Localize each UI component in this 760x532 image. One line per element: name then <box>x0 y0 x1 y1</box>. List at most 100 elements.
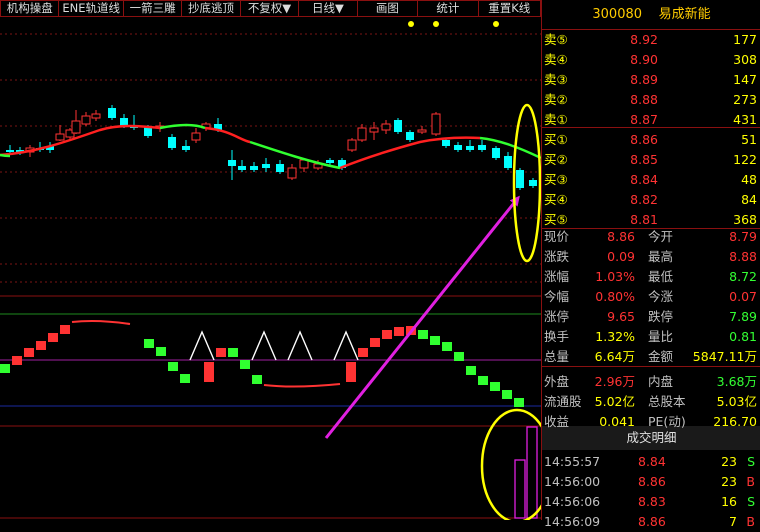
trend-indicator-blocks <box>0 319 524 407</box>
candle-body <box>369 127 379 133</box>
sell-label: 卖④ <box>544 52 568 67</box>
candle-body <box>182 146 190 150</box>
trade-time: 14:55:57 <box>544 454 601 469</box>
indicator-block <box>466 366 476 375</box>
quote-row: 涨跌 0.09 最高 8.88 <box>542 247 760 267</box>
buy-price: 8.86 <box>630 132 658 147</box>
quote-value: 8.86 <box>607 229 635 244</box>
indicator-block <box>442 342 452 351</box>
candle-body <box>454 145 462 150</box>
candle-body <box>492 148 500 158</box>
candle-body <box>262 164 270 168</box>
volume-bar <box>514 459 526 519</box>
trade-row: 14:56:00 8.86 23 B <box>542 472 760 492</box>
toolbar-button-ene[interactable]: ENE轨道线 <box>58 0 124 17</box>
trade-price: 8.86 <box>638 514 666 529</box>
toolbar-button-reset[interactable]: 重置K线 <box>477 0 541 17</box>
indicator-block <box>24 348 34 357</box>
quote-label: 流通股 <box>544 394 582 409</box>
quote-label: 金额 <box>648 349 674 364</box>
peak-marker <box>251 330 277 361</box>
quote-label: 内盘 <box>648 374 674 389</box>
indicator-block <box>454 352 464 361</box>
candle-body <box>442 140 450 146</box>
trade-time: 14:56:09 <box>544 514 601 529</box>
quote-row: 流通股 5.02亿 总股本 5.03亿 <box>542 392 760 412</box>
buy-price: 8.85 <box>630 152 658 167</box>
candle-body <box>276 164 284 172</box>
indicator-block <box>156 347 166 356</box>
indicator-block <box>0 364 10 373</box>
candle-body <box>6 150 14 152</box>
quote-label: 换手 <box>544 329 570 344</box>
indicator-block <box>168 362 178 371</box>
quote-label: 总股本 <box>648 394 686 409</box>
candle-body <box>108 108 116 118</box>
toolbar-button-chaodi[interactable]: 抄底逃顶 <box>181 0 241 17</box>
trade-row: 14:56:09 8.86 7 B <box>542 512 760 532</box>
candle-body <box>478 145 486 150</box>
candle-body <box>299 159 309 169</box>
candle-body <box>381 123 391 131</box>
toolbar-button-fuquan[interactable]: 不复权▼ <box>239 0 300 17</box>
indicator-block <box>12 356 22 365</box>
quote-value: 0.07 <box>729 289 757 304</box>
candle-body <box>238 166 246 170</box>
toolbar-button-period[interactable]: 日线▼ <box>298 0 358 17</box>
candle-body <box>71 120 81 134</box>
sell-label: 卖③ <box>544 72 568 87</box>
indicator-block <box>382 330 392 339</box>
quote-label: 今开 <box>648 229 674 244</box>
stock-code: 300080 <box>592 7 643 22</box>
trade-direction: B <box>746 514 755 529</box>
quote-label: 现价 <box>544 229 570 244</box>
toolbar-button-yijian[interactable]: 一箭三雕 <box>122 0 183 17</box>
quote-value: 7.89 <box>729 309 757 324</box>
quote-label: 总量 <box>544 349 570 364</box>
sell-volume: 308 <box>733 52 757 67</box>
quote-value: 0.09 <box>607 249 635 264</box>
sell-price: 8.92 <box>630 32 658 47</box>
trade-volume: 23 <box>721 474 737 489</box>
trade-time: 14:56:00 <box>544 474 601 489</box>
indicator-toolbar: 机构操盘 ENE轨道线 一箭三雕 抄底逃顶 不复权▼ 日线▼ 画图 统计 重置K… <box>0 0 541 17</box>
toolbar-button-jigou[interactable]: 机构操盘 <box>0 0 60 17</box>
buy-label: 买④ <box>544 192 568 207</box>
candle-body <box>529 180 537 186</box>
toolbar-button-draw[interactable]: 画图 <box>356 0 419 17</box>
candle-body <box>91 113 101 119</box>
sell-label: 卖⑤ <box>544 32 568 47</box>
sell-row: 卖⑤ 8.92 177 <box>542 30 760 50</box>
quote-row: 外盘 2.96万 内盘 3.68万 <box>542 372 760 392</box>
quote-value: 5.02亿 <box>594 394 635 409</box>
buy-row: 买③ 8.84 48 <box>542 170 760 190</box>
candle-body <box>417 129 427 133</box>
stock-header: 300080 易成新能 <box>542 0 760 30</box>
sell-price: 8.90 <box>630 52 658 67</box>
quote-label: PE(动) <box>648 414 686 429</box>
sell-row: 卖③ 8.89 147 <box>542 70 760 90</box>
quote-panel: 300080 易成新能 成交明细 卖⑤ 8.92 177 卖④ 8.90 308 卖③ 8.8… <box>541 0 760 529</box>
volume-bar <box>526 426 538 519</box>
candle-body <box>516 170 524 188</box>
quote-value: 8.72 <box>729 269 757 284</box>
indicator-block <box>502 390 512 399</box>
buy-volume: 51 <box>741 132 757 147</box>
trade-row: 14:55:57 8.84 23 S <box>542 452 760 472</box>
quote-value: 0.041 <box>599 414 635 429</box>
quote-label: 外盘 <box>544 374 570 389</box>
kline-chart-area[interactable] <box>0 0 541 520</box>
quote-row: 换手 1.32% 量比 0.81 <box>542 327 760 347</box>
buy-price: 8.84 <box>630 172 658 187</box>
sell-volume: 177 <box>733 32 757 47</box>
quote-label: 收益 <box>544 414 570 429</box>
quote-value: 9.65 <box>607 309 635 324</box>
trade-volume: 7 <box>729 514 737 529</box>
toolbar-button-stats[interactable]: 统计 <box>417 0 479 17</box>
indicator-block <box>346 362 356 382</box>
trade-direction: B <box>746 474 755 489</box>
trade-direction: S <box>747 494 755 509</box>
quote-label: 跌停 <box>648 309 674 324</box>
quote-value: 3.68万 <box>716 374 757 389</box>
trade-time: 14:56:06 <box>544 494 601 509</box>
